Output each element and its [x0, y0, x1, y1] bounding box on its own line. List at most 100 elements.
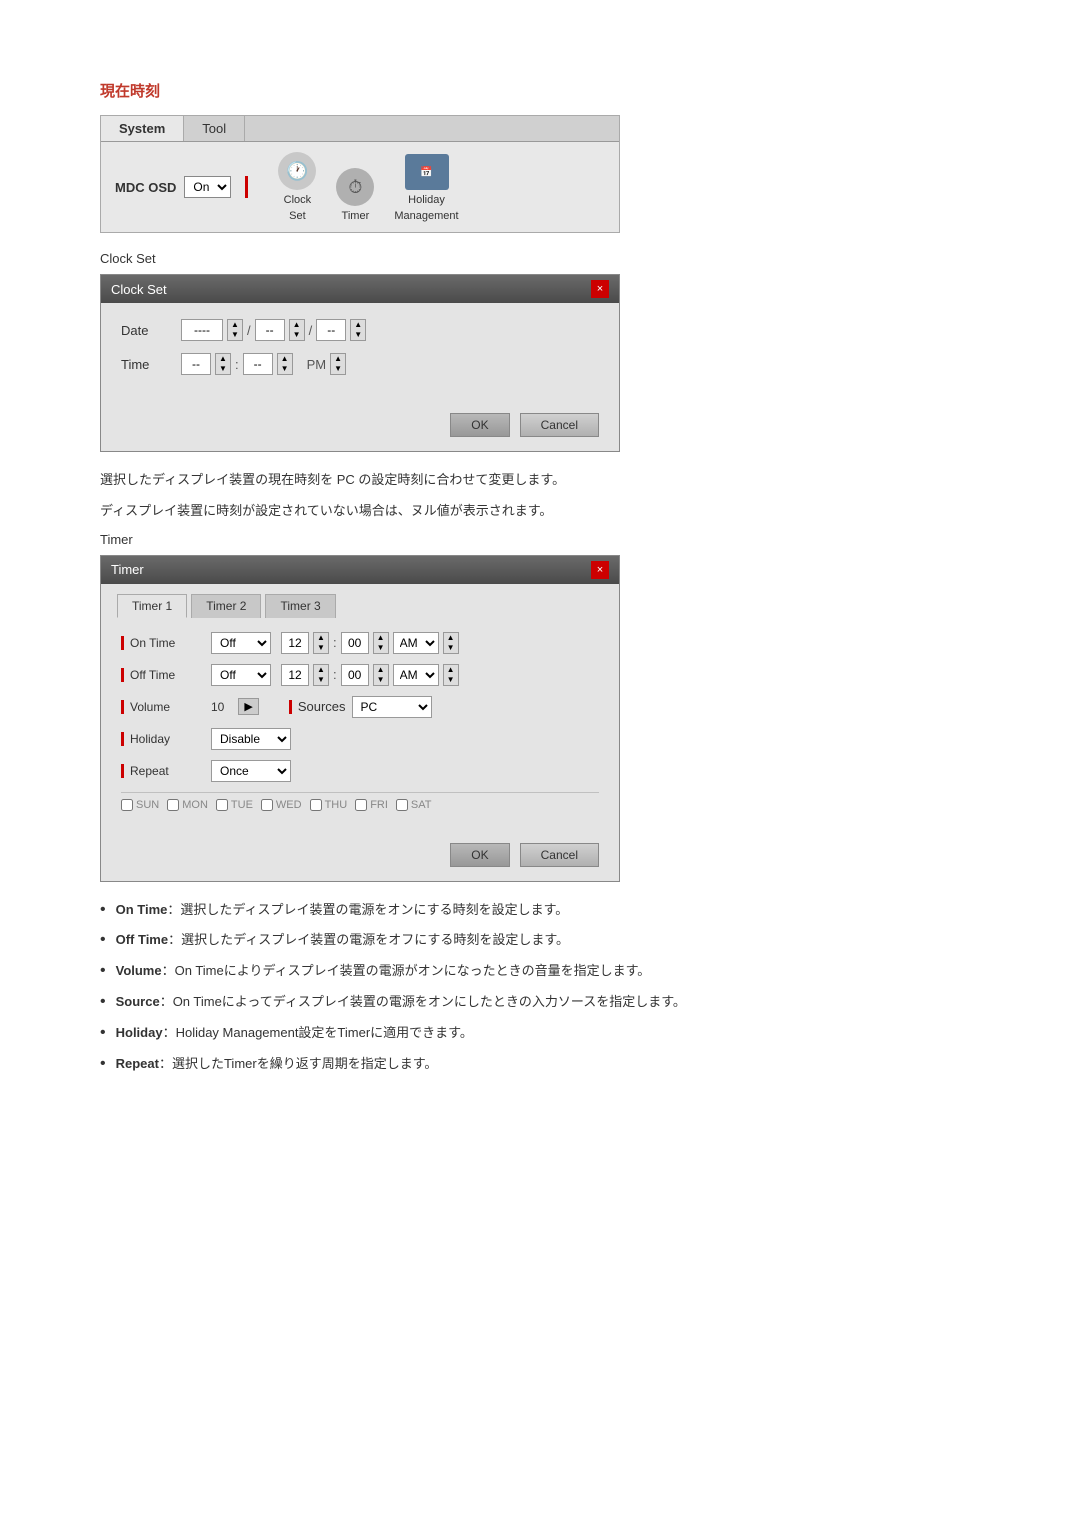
date-year-up[interactable]: ▲ [228, 320, 242, 330]
on-time-hour[interactable] [281, 632, 309, 654]
timer-tab-2[interactable]: Timer 2 [191, 594, 261, 618]
date-row: Date ▲ ▼ / ▲ ▼ / ▲ [121, 319, 599, 341]
on-ampm-down[interactable]: ▼ [444, 643, 458, 653]
time-hour-up[interactable]: ▲ [216, 354, 230, 364]
date-day-down[interactable]: ▼ [351, 330, 365, 340]
bullet-item-4: • Holiday：Holiday Management設定をTimerに適用で… [100, 1023, 980, 1044]
date-month-up[interactable]: ▲ [290, 320, 304, 330]
timer-ok-button[interactable]: OK [450, 843, 509, 867]
repeat-select[interactable]: Once Daily Weekly [211, 760, 291, 782]
clock-dialog-close[interactable]: × [591, 280, 609, 298]
clock-icon-label2: Set [289, 210, 306, 222]
holiday-row: Holiday Disable Enable [121, 728, 599, 750]
on-ampm-up[interactable]: ▲ [444, 633, 458, 643]
day-mon-checkbox[interactable] [167, 799, 179, 811]
bullet-text-2: Volume：On Timeによりディスプレイ装置の電源がオンになったときの音量… [116, 961, 651, 982]
off-time-hour[interactable] [281, 664, 309, 686]
off-time-ampm[interactable]: AM PM [393, 664, 439, 686]
repeat-row: Repeat Once Daily Weekly [121, 760, 599, 782]
holiday-icon-item[interactable]: 📅 Holiday Management [394, 154, 458, 222]
day-sat: SAT [396, 799, 432, 811]
bullet-item-3: • Source：On Timeによってディスプレイ装置の電源をオンにしたときの… [100, 992, 980, 1013]
day-wed-label: WED [276, 799, 302, 811]
mdc-osd-row: MDC OSD On Off [115, 176, 248, 198]
date-month-down[interactable]: ▼ [290, 330, 304, 340]
on-hour-up[interactable]: ▲ [314, 633, 328, 643]
date-day-spinner[interactable] [316, 319, 346, 341]
day-thu: THU [310, 799, 348, 811]
time-min-up[interactable]: ▲ [278, 354, 292, 364]
bullet-item-2: • Volume：On Timeによりディスプレイ装置の電源がオンになったときの… [100, 961, 980, 982]
bullet-item-1: • Off Time：選択したディスプレイ装置の電源をオフにする時刻を設定します… [100, 930, 980, 951]
mdc-panel: System Tool MDC OSD On Off 🕐 Clock Set ⏱ [100, 115, 620, 233]
mdc-tab-bar: System Tool [101, 116, 619, 142]
bullet-text-5: Repeat：選択したTimerを繰り返す周期を指定します。 [116, 1054, 438, 1075]
time-min-down[interactable]: ▼ [278, 364, 292, 374]
off-min-down[interactable]: ▼ [374, 675, 388, 685]
off-time-min[interactable] [341, 664, 369, 686]
day-thu-checkbox[interactable] [310, 799, 322, 811]
time-ampm-up[interactable]: ▲ [331, 354, 345, 364]
bullet-item-5: • Repeat：選択したTimerを繰り返す周期を指定します。 [100, 1054, 980, 1075]
day-fri-checkbox[interactable] [355, 799, 367, 811]
desc-text-2: ディスプレイ装置に時刻が設定されていない場合は、ヌル値が表示されます。 [100, 501, 980, 522]
off-ampm-up[interactable]: ▲ [444, 665, 458, 675]
timer-tab-1[interactable]: Timer 1 [117, 594, 187, 618]
date-month-spinner[interactable] [255, 319, 285, 341]
timer-icon-item[interactable]: ⏱ Timer [336, 168, 374, 222]
time-ampm-down[interactable]: ▼ [331, 364, 345, 374]
clock-set-icon-item[interactable]: 🕐 Clock Set [278, 152, 316, 222]
mdc-osd-select[interactable]: On Off [184, 176, 231, 198]
day-sat-checkbox[interactable] [396, 799, 408, 811]
day-thu-label: THU [325, 799, 348, 811]
mdc-tab-system[interactable]: System [101, 116, 184, 141]
bullet-text-1: Off Time：選択したディスプレイ装置の電源をオフにする時刻を設定します。 [116, 930, 569, 951]
volume-sources-row: Volume 10 ▶ Sources PC HDMI DVI [121, 696, 599, 718]
bullet-text-3: Source：On Timeによってディスプレイ装置の電源をオンにしたときの入力… [116, 992, 686, 1013]
time-row: Time ▲ ▼ : ▲ ▼ PM ▲ ▼ [121, 353, 599, 375]
holiday-select[interactable]: Disable Enable [211, 728, 291, 750]
time-hour-down[interactable]: ▼ [216, 364, 230, 374]
bullet-list: • On Time：選択したディスプレイ装置の電源をオンにする時刻を設定します。… [100, 900, 980, 1075]
on-time-select[interactable]: Off On [211, 632, 271, 654]
off-hour-up[interactable]: ▲ [314, 665, 328, 675]
on-time-ampm[interactable]: AM PM [393, 632, 439, 654]
timer-dialog-close[interactable]: × [591, 561, 609, 579]
day-wed-checkbox[interactable] [261, 799, 273, 811]
time-hour-spinner[interactable] [181, 353, 211, 375]
clock-cancel-button[interactable]: Cancel [520, 413, 599, 437]
sources-label: Sources [298, 699, 346, 714]
mdc-tab-tool[interactable]: Tool [184, 116, 245, 141]
volume-arrow-btn[interactable]: ▶ [238, 698, 258, 715]
clock-set-label: Clock Set [100, 251, 980, 266]
clock-dialog-titlebar: Clock Set × [101, 275, 619, 303]
volume-label: Volume [130, 700, 170, 714]
on-time-min[interactable] [341, 632, 369, 654]
holiday-icon: 📅 [405, 154, 449, 190]
on-min-down[interactable]: ▼ [374, 643, 388, 653]
timer-tab-3[interactable]: Timer 3 [265, 594, 335, 618]
day-sat-label: SAT [411, 799, 432, 811]
on-hour-down[interactable]: ▼ [314, 643, 328, 653]
clock-ok-button[interactable]: OK [450, 413, 509, 437]
off-hour-down[interactable]: ▼ [314, 675, 328, 685]
repeat-label: Repeat [130, 764, 169, 778]
bullet-text-4: Holiday：Holiday Management設定をTimerに適用できま… [116, 1023, 473, 1044]
timer-dialog-title: Timer [111, 562, 144, 577]
off-min-up[interactable]: ▲ [374, 665, 388, 675]
date-day-up[interactable]: ▲ [351, 320, 365, 330]
off-ampm-down[interactable]: ▼ [444, 675, 458, 685]
sources-select[interactable]: PC HDMI DVI [352, 696, 432, 718]
day-mon-label: MON [182, 799, 208, 811]
time-min-spinner[interactable] [243, 353, 273, 375]
day-sun-checkbox[interactable] [121, 799, 133, 811]
day-tue-checkbox[interactable] [216, 799, 228, 811]
date-year-down[interactable]: ▼ [228, 330, 242, 340]
mdc-icons: 🕐 Clock Set ⏱ Timer 📅 Holiday Management [278, 152, 458, 222]
date-year-spinner[interactable] [181, 319, 223, 341]
timer-cancel-button[interactable]: Cancel [520, 843, 599, 867]
holiday-icon-label1: Holiday [408, 194, 445, 206]
on-min-up[interactable]: ▲ [374, 633, 388, 643]
off-time-select[interactable]: Off On [211, 664, 271, 686]
day-fri: FRI [355, 799, 388, 811]
